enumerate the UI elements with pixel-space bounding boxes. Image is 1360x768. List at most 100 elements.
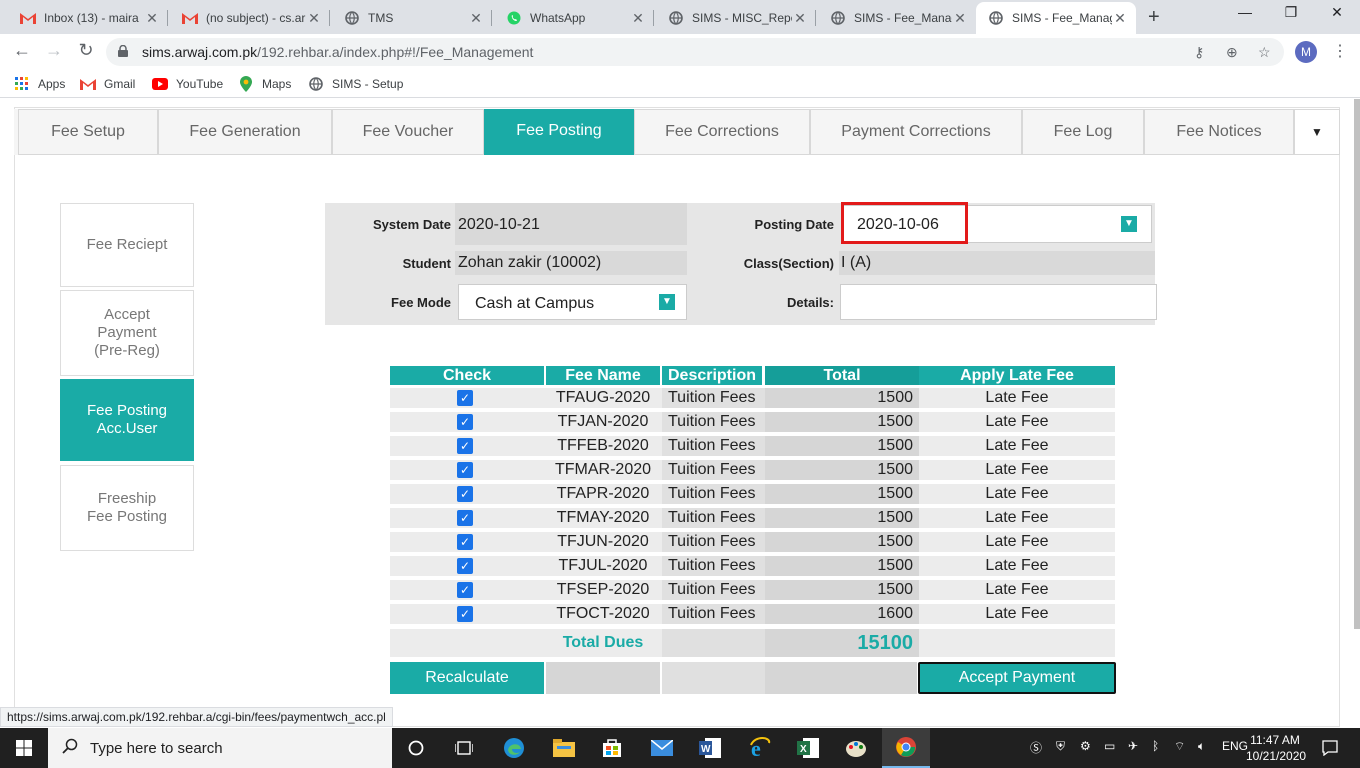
bookmark-apps[interactable]: Apps [14,76,65,92]
forward-icon[interactable]: → [42,40,66,61]
browser-tab[interactable]: (no subject) - cs.ar ✕ [170,2,330,34]
globe-icon [668,10,684,26]
close-icon[interactable]: ✕ [468,10,484,27]
student-label: Student [402,256,451,271]
bookmark-youtube[interactable]: YouTube [152,76,223,92]
tab-fee-posting[interactable]: Fee Posting [484,109,634,155]
excel-icon[interactable]: X [786,728,830,768]
cortana-icon[interactable] [396,728,436,768]
tab-payment-corrections[interactable]: Payment Corrections [810,109,1022,155]
bookmark-gmail[interactable]: Gmail [80,76,135,92]
page-scrollbar[interactable] [1354,99,1360,629]
close-icon[interactable]: ✕ [952,10,968,27]
tab-fee-generation[interactable]: Fee Generation [158,109,332,155]
total-cell: 1500 [765,460,919,480]
window-close-icon[interactable]: ✕ [1314,4,1360,21]
notifications-icon[interactable] [1310,728,1350,768]
row-checkbox[interactable]: ✓ [457,582,473,598]
language-icon[interactable]: ENG [1222,739,1248,753]
recalculate-button[interactable]: Recalculate [390,662,544,694]
browser-tab-active[interactable]: SIMS - Fee_Manag ✕ [976,2,1136,34]
close-icon[interactable]: ✕ [792,10,808,27]
tab-fee-voucher[interactable]: Fee Voucher [332,109,484,155]
system-clock[interactable]: 11:47 AM 10/21/2020 [1246,732,1306,764]
tab-fee-corrections[interactable]: Fee Corrections [634,109,810,155]
restore-icon[interactable]: ❐ [1268,4,1314,21]
gmail-icon [20,10,36,26]
row-checkbox[interactable]: ✓ [457,390,473,406]
browser-tab[interactable]: SIMS - MISC_Repo ✕ [656,2,816,34]
row-checkbox[interactable]: ✓ [457,462,473,478]
student-value: Zohan zakir (10002) [458,254,602,271]
row-checkbox[interactable]: ✓ [457,486,473,502]
side-accept-payment[interactable]: Accept Payment (Pre-Reg) [60,290,194,376]
mail-icon[interactable] [640,728,684,768]
volume-icon[interactable]: 🔈︎ [1198,739,1205,754]
file-explorer-icon[interactable] [542,728,586,768]
total-dues-label: Total Dues [562,634,644,651]
skype-icon[interactable]: Ⓢ [1030,739,1042,756]
store-icon[interactable] [590,728,634,768]
taskbar-search[interactable]: Type here to search [48,728,392,768]
browser-tab[interactable]: Inbox (13) - maira ✕ [8,2,168,34]
fee-module-tabs: Fee Setup Fee Generation Fee Voucher Fee… [14,109,1340,155]
word-icon[interactable]: W [688,728,732,768]
zoom-icon[interactable]: ⊕ [1226,44,1238,61]
tab-fee-notices[interactable]: Fee Notices [1144,109,1294,155]
globe-icon [344,10,360,26]
close-icon[interactable]: ✕ [1112,10,1128,27]
bookmark-sims-setup[interactable]: SIMS - Setup [308,76,403,92]
close-icon[interactable]: ✕ [144,10,160,27]
chrome-icon[interactable] [882,728,930,768]
browser-tab[interactable]: TMS ✕ [332,2,492,34]
minimize-icon[interactable]: — [1222,4,1268,20]
settings-tray-icon[interactable]: ⚙ [1080,739,1091,753]
task-view-icon[interactable] [444,728,484,768]
browser-tab[interactable]: SIMS - Fee_Manag ✕ [818,2,976,34]
security-icon[interactable]: ⛨ [1056,739,1065,754]
search-icon [62,738,78,759]
tabs-overflow-dropdown[interactable]: ▼ [1294,109,1340,155]
close-icon[interactable]: ✕ [630,10,646,27]
fee-mode-label: Fee Mode [391,295,451,310]
chevron-down-icon[interactable]: ▼ [659,294,675,310]
reload-icon[interactable]: ↻ [74,40,98,61]
row-checkbox[interactable]: ✓ [457,558,473,574]
side-fee-reciept[interactable]: Fee Reciept [60,203,194,287]
key-icon[interactable]: ⚷ [1194,44,1204,61]
side-fee-posting-acc-user[interactable]: Fee Posting Acc.User [60,379,194,461]
wifi-icon[interactable]: ⌔ [1174,739,1185,754]
details-input[interactable] [840,284,1157,320]
address-bar[interactable]: sims.arwaj.com.pk/192.rehbar.a/index.php… [106,38,1284,66]
edge-icon[interactable] [492,728,536,768]
browser-tab[interactable]: WhatsApp ✕ [494,2,654,34]
tab-fee-log[interactable]: Fee Log [1022,109,1144,155]
bookmark-star-icon[interactable]: ☆ [1258,44,1271,61]
close-icon[interactable]: ✕ [306,10,322,27]
row-checkbox[interactable]: ✓ [457,510,473,526]
menu-kebab-icon[interactable]: ⋮ [1332,41,1348,61]
fee-mode-select[interactable]: Cash at Campus ▼ [458,284,687,320]
chevron-down-icon[interactable]: ▼ [1121,216,1137,232]
row-checkbox[interactable]: ✓ [457,414,473,430]
row-checkbox[interactable]: ✓ [457,534,473,550]
description-cell: Tuition Fees [662,436,765,456]
paint-icon[interactable] [834,728,878,768]
bluetooth-icon[interactable]: ᛒ [1152,739,1159,753]
profile-avatar[interactable]: M [1295,41,1317,63]
network-off-icon[interactable]: ✈ [1128,739,1138,753]
row-checkbox[interactable]: ✓ [457,438,473,454]
tab-fee-setup[interactable]: Fee Setup [18,109,158,155]
side-freeship-fee-posting[interactable]: Freeship Fee Posting [60,465,194,551]
description-cell: Tuition Fees [662,604,765,624]
back-icon[interactable]: ← [10,40,34,61]
late-fee-cell: Late Fee [985,437,1049,454]
accept-payment-button[interactable]: Accept Payment [918,662,1116,694]
bookmark-maps[interactable]: Maps [238,76,291,92]
display-icon[interactable]: ▭ [1104,739,1115,753]
windows-start-icon[interactable] [0,728,48,768]
class-label: Class(Section) [743,256,834,271]
new-tab-icon[interactable]: + [1148,6,1160,29]
row-checkbox[interactable]: ✓ [457,606,473,622]
internet-explorer-icon[interactable]: e [738,728,782,768]
